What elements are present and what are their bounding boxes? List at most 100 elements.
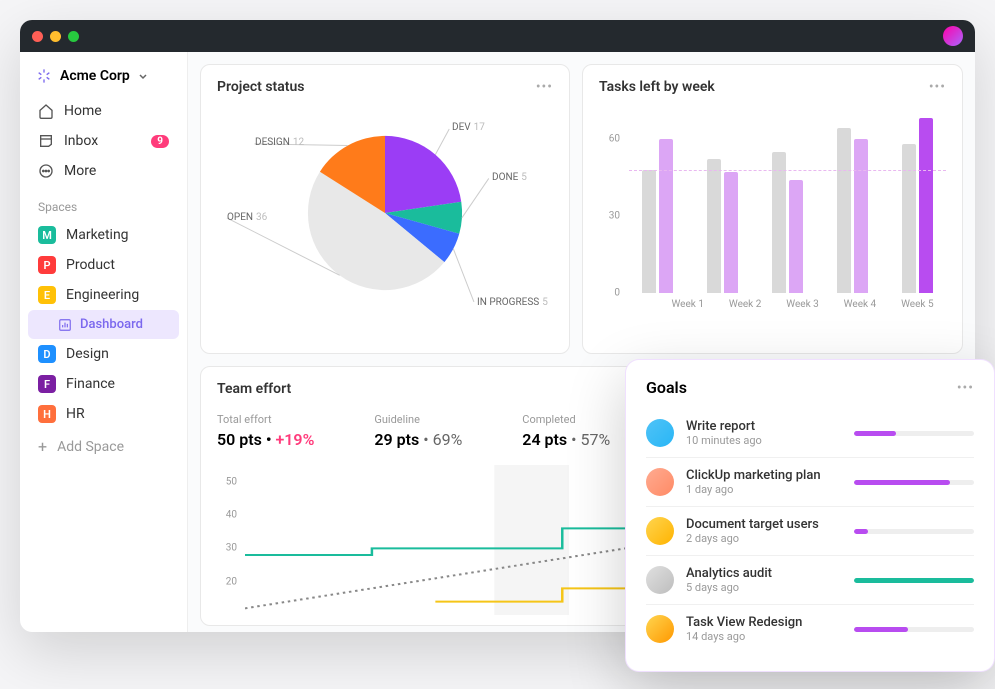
- space-item-finance[interactable]: FFinance: [28, 369, 179, 399]
- bar: [659, 139, 673, 293]
- stat-guideline: Guideline 29 pts • 69%: [374, 413, 462, 449]
- app-window: Acme Corp Home Inbox 9 More Spaces M Mark…: [20, 20, 975, 632]
- bar-group: [824, 113, 881, 293]
- goal-progress: [854, 578, 974, 583]
- project-status-card: Project status ••• DEV17DONE5IN PROGRESS…: [200, 64, 570, 354]
- goal-name: Analytics audit: [686, 566, 842, 581]
- add-space-button[interactable]: + Add Space: [28, 429, 179, 464]
- bar: [854, 139, 868, 293]
- bar-category-label: Week 4: [831, 293, 888, 310]
- pie-label: DONE5: [492, 172, 527, 183]
- card-title: Tasks left by week: [599, 79, 715, 95]
- bar: [789, 180, 803, 293]
- space-item-marketing[interactable]: M Marketing: [28, 220, 179, 250]
- space-item-engineering[interactable]: EEngineering: [28, 280, 179, 310]
- stat-pct: 69%: [433, 430, 463, 449]
- space-item-design[interactable]: DDesign: [28, 339, 179, 369]
- goal-row[interactable]: Analytics audit5 days ago: [646, 556, 974, 605]
- goal-time: 10 minutes ago: [686, 434, 842, 447]
- user-avatar[interactable]: [943, 26, 963, 46]
- goal-name: Write report: [686, 419, 842, 434]
- bar-category-label: Week 5: [889, 293, 946, 310]
- bar-chart: 03060Week 1Week 2Week 3Week 4Week 5: [599, 103, 946, 313]
- goals-menu-icon[interactable]: •••: [957, 380, 974, 396]
- minimize-icon[interactable]: [50, 31, 61, 42]
- nav-label: Inbox: [64, 133, 98, 149]
- goal-name: Task View Redesign: [686, 615, 842, 630]
- space-icon: D: [38, 345, 56, 363]
- home-icon: [38, 103, 54, 119]
- nav-inbox[interactable]: Inbox 9: [28, 126, 179, 156]
- bar: [837, 128, 851, 293]
- plus-icon: +: [38, 437, 47, 456]
- maximize-icon[interactable]: [68, 31, 79, 42]
- nav-home[interactable]: Home: [28, 96, 179, 126]
- bar-category-label: Week 3: [774, 293, 831, 310]
- goal-progress: [854, 431, 974, 436]
- card-menu-icon[interactable]: •••: [536, 79, 553, 95]
- stat-total: Total effort 50 pts • +19%: [217, 413, 314, 449]
- stat-completed: Completed 24 pts • 57%: [522, 413, 610, 449]
- space-label: Engineering: [66, 287, 139, 303]
- goal-avatar: [646, 566, 674, 594]
- goal-row[interactable]: Write report10 minutes ago: [646, 409, 974, 458]
- card-title: Project status: [217, 79, 304, 95]
- stat-label: Completed: [522, 413, 610, 426]
- bar: [724, 172, 738, 293]
- sidebar: Acme Corp Home Inbox 9 More Spaces M Mark…: [20, 52, 188, 632]
- titlebar: [20, 20, 975, 52]
- space-label: Finance: [66, 376, 115, 392]
- space-icon: P: [38, 256, 56, 274]
- logo-icon: [36, 68, 52, 84]
- pie-label: IN PROGRESS5: [477, 297, 548, 308]
- bar: [707, 159, 721, 293]
- dashboard-label: Dashboard: [80, 317, 143, 332]
- space-label: HR: [66, 406, 85, 422]
- bar-category-label: Week 2: [716, 293, 773, 310]
- goal-progress: [854, 627, 974, 632]
- bar-group: [629, 113, 686, 293]
- workspace-name: Acme Corp: [60, 68, 130, 84]
- goal-row[interactable]: Document target users2 days ago: [646, 507, 974, 556]
- inbox-badge: 9: [151, 135, 169, 148]
- goal-name: ClickUp marketing plan: [686, 468, 842, 483]
- goal-row[interactable]: ClickUp marketing plan1 day ago: [646, 458, 974, 507]
- spaces-header: Spaces: [28, 186, 179, 220]
- pie-chart: DEV17DONE5IN PROGRESS5OPEN36DESIGN12: [217, 103, 553, 323]
- card-menu-icon[interactable]: •••: [929, 79, 946, 95]
- window-controls: [32, 31, 79, 42]
- space-label: Product: [66, 257, 115, 273]
- space-label: Marketing: [66, 227, 129, 243]
- inbox-icon: [38, 133, 54, 149]
- close-icon[interactable]: [32, 31, 43, 42]
- add-space-label: Add Space: [57, 439, 124, 455]
- stat-value: 50 pts: [217, 430, 262, 449]
- stat-change: +19%: [275, 430, 314, 449]
- bar-group: [694, 113, 751, 293]
- stat-label: Guideline: [374, 413, 462, 426]
- stat-pct: 57%: [581, 430, 611, 449]
- bar: [772, 152, 786, 293]
- chevron-down-icon: [138, 71, 148, 81]
- workspace-switcher[interactable]: Acme Corp: [28, 64, 179, 96]
- nav-more[interactable]: More: [28, 156, 179, 186]
- stat-value: 24 pts: [522, 430, 567, 449]
- card-title: Team effort: [217, 381, 291, 397]
- goal-time: 14 days ago: [686, 630, 842, 643]
- sidebar-item-dashboard[interactable]: Dashboard: [28, 310, 179, 339]
- nav-label: Home: [64, 103, 102, 119]
- more-icon: [38, 163, 54, 179]
- bar: [919, 118, 933, 293]
- bar: [902, 144, 916, 293]
- bar-group: [759, 113, 816, 293]
- goal-progress: [854, 529, 974, 534]
- stat-label: Total effort: [217, 413, 314, 426]
- goals-panel: Goals ••• Write report10 minutes agoClic…: [625, 359, 995, 672]
- goals-title: Goals: [646, 378, 687, 397]
- space-item-hr[interactable]: HHR: [28, 399, 179, 429]
- goal-avatar: [646, 517, 674, 545]
- space-icon: M: [38, 226, 56, 244]
- space-item-product[interactable]: P Product: [28, 250, 179, 280]
- goal-avatar: [646, 419, 674, 447]
- goal-row[interactable]: Task View Redesign14 days ago: [646, 605, 974, 653]
